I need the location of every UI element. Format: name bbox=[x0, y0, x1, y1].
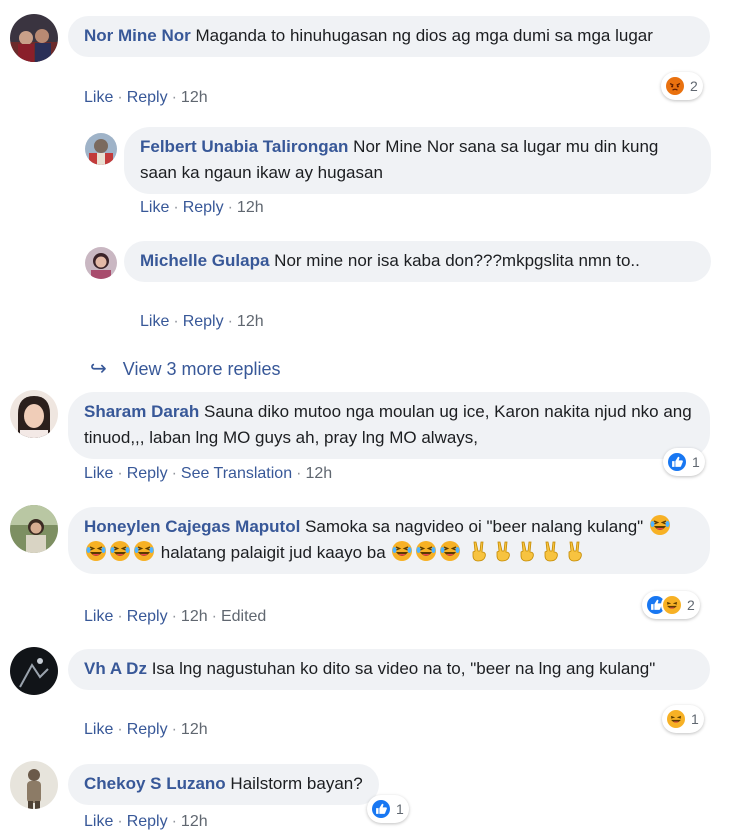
reaction-summary[interactable]: 1 bbox=[663, 448, 705, 476]
reaction-count: 1 bbox=[691, 711, 699, 727]
reply-link[interactable]: Reply bbox=[127, 721, 168, 738]
timestamp[interactable]: 12h bbox=[181, 608, 208, 625]
timestamp[interactable]: 12h bbox=[305, 465, 332, 482]
peace-hand-emoji-icon bbox=[564, 540, 586, 562]
commenter-name[interactable]: Chekoy S Luzano bbox=[84, 774, 226, 793]
laughing-emoji-icon bbox=[415, 540, 437, 562]
laughing-emoji-icon bbox=[391, 540, 413, 562]
reaction-summary[interactable]: 2 bbox=[661, 72, 703, 100]
laughing-emoji-icon bbox=[133, 540, 155, 562]
comment-actions: Like · Reply · 12h · Edited bbox=[84, 608, 267, 625]
timestamp[interactable]: 12h bbox=[181, 89, 208, 106]
like-link[interactable]: Like bbox=[84, 89, 113, 106]
commenter-name[interactable]: Nor Mine Nor bbox=[84, 26, 191, 45]
comment-actions: Like · Reply · 12h bbox=[140, 313, 264, 330]
commenter-name[interactable]: Michelle Gulapa bbox=[140, 251, 269, 270]
avatar[interactable] bbox=[10, 390, 58, 438]
like-link[interactable]: Like bbox=[84, 813, 113, 830]
comment-actions: Like · Reply · See Translation · 12h bbox=[84, 465, 333, 482]
timestamp[interactable]: 12h bbox=[181, 813, 208, 830]
comment-actions: Like · Reply · 12h bbox=[84, 721, 208, 738]
reaction-summary[interactable]: 1 bbox=[367, 795, 409, 823]
reply-link[interactable]: Reply bbox=[183, 199, 224, 216]
comment-text: Hailstorm bayan? bbox=[230, 774, 363, 793]
reply-link[interactable]: Reply bbox=[127, 89, 168, 106]
comment-actions: Like · Reply · 12h bbox=[84, 813, 208, 830]
like-link[interactable]: Like bbox=[84, 465, 113, 482]
peace-hand-emoji-icon bbox=[516, 540, 538, 562]
comment-bubble: Honeylen Cajegas Maputol Samoka sa nagvi… bbox=[68, 507, 710, 574]
peace-hand-emoji-icon bbox=[540, 540, 562, 562]
comment-text: Isa lng nagustuhan ko dito sa video na t… bbox=[151, 659, 656, 678]
reply-link[interactable]: Reply bbox=[183, 313, 224, 330]
comment-text: Samoka sa nagvideo oi "beer nalang kulan… bbox=[305, 517, 644, 536]
reply-link[interactable]: Reply bbox=[127, 608, 168, 625]
like-reaction-icon bbox=[370, 798, 392, 820]
like-link[interactable]: Like bbox=[140, 199, 169, 216]
view-more-replies[interactable]: ↪ View 3 more replies bbox=[90, 356, 281, 381]
peace-hand-emoji-icon bbox=[492, 540, 514, 562]
comment-text: Maganda to hinuhugasan ng dios ag mga du… bbox=[195, 26, 653, 45]
haha-reaction-icon bbox=[665, 708, 687, 730]
reaction-count: 2 bbox=[690, 78, 698, 94]
avatar[interactable] bbox=[10, 505, 58, 553]
reaction-count: 1 bbox=[692, 454, 700, 470]
avatar[interactable] bbox=[85, 247, 117, 279]
comment-bubble: Vh A Dz Isa lng nagustuhan ko dito sa vi… bbox=[68, 649, 710, 690]
view-more-label: View 3 more replies bbox=[122, 359, 281, 379]
reply-bubble: Michelle Gulapa Nor mine nor isa kaba do… bbox=[124, 241, 711, 282]
laughing-emoji-icon bbox=[439, 540, 461, 562]
timestamp[interactable]: 12h bbox=[237, 199, 264, 216]
like-link[interactable]: Like bbox=[84, 721, 113, 738]
avatar[interactable] bbox=[85, 133, 117, 165]
avatar[interactable] bbox=[10, 14, 58, 62]
reply-bubble: Felbert Unabia Talirongan Nor Mine Nor s… bbox=[124, 127, 711, 194]
commenter-name[interactable]: Honeylen Cajegas Maputol bbox=[84, 517, 300, 536]
reply-link[interactable]: Reply bbox=[127, 813, 168, 830]
reaction-summary[interactable]: 2 bbox=[642, 591, 700, 619]
comment-actions: Like · Reply · 12h bbox=[84, 89, 208, 106]
like-link[interactable]: Like bbox=[84, 608, 113, 625]
like-reaction-icon bbox=[666, 451, 688, 473]
laughing-emoji-icon bbox=[649, 514, 671, 536]
reply-link[interactable]: Reply bbox=[127, 465, 168, 482]
commenter-name[interactable]: Sharam Darah bbox=[84, 402, 199, 421]
avatar[interactable] bbox=[10, 761, 58, 809]
comment-bubble: Sharam Darah Sauna diko mutoo nga moulan… bbox=[68, 392, 710, 459]
commenter-name[interactable]: Vh A Dz bbox=[84, 659, 147, 678]
comment-text: Nor mine nor isa kaba don???mkpgslita nm… bbox=[274, 251, 640, 270]
reaction-summary[interactable]: 1 bbox=[662, 705, 704, 733]
see-translation-link[interactable]: See Translation bbox=[181, 465, 292, 482]
laughing-emoji-icon bbox=[109, 540, 131, 562]
comment-bubble: Chekoy S Luzano Hailstorm bayan? bbox=[68, 764, 379, 805]
peace-hand-emoji-icon bbox=[468, 540, 490, 562]
comment-actions: Like · Reply · 12h bbox=[140, 199, 264, 216]
comment-text: halatang palaigit jud kaayo ba bbox=[160, 543, 386, 562]
reply-arrow-icon: ↪ bbox=[90, 358, 107, 380]
laughing-emoji-icon bbox=[85, 540, 107, 562]
timestamp[interactable]: 12h bbox=[181, 721, 208, 738]
like-link[interactable]: Like bbox=[140, 313, 169, 330]
commenter-name[interactable]: Felbert Unabia Talirongan bbox=[140, 137, 348, 156]
avatar[interactable] bbox=[10, 647, 58, 695]
angry-reaction-icon bbox=[664, 75, 686, 97]
edited-label[interactable]: Edited bbox=[221, 608, 266, 625]
haha-reaction-icon bbox=[661, 594, 683, 616]
timestamp[interactable]: 12h bbox=[237, 313, 264, 330]
reaction-count: 2 bbox=[687, 597, 695, 613]
reaction-count: 1 bbox=[396, 801, 404, 817]
comment-bubble: Nor Mine Nor Maganda to hinuhugasan ng d… bbox=[68, 16, 710, 57]
